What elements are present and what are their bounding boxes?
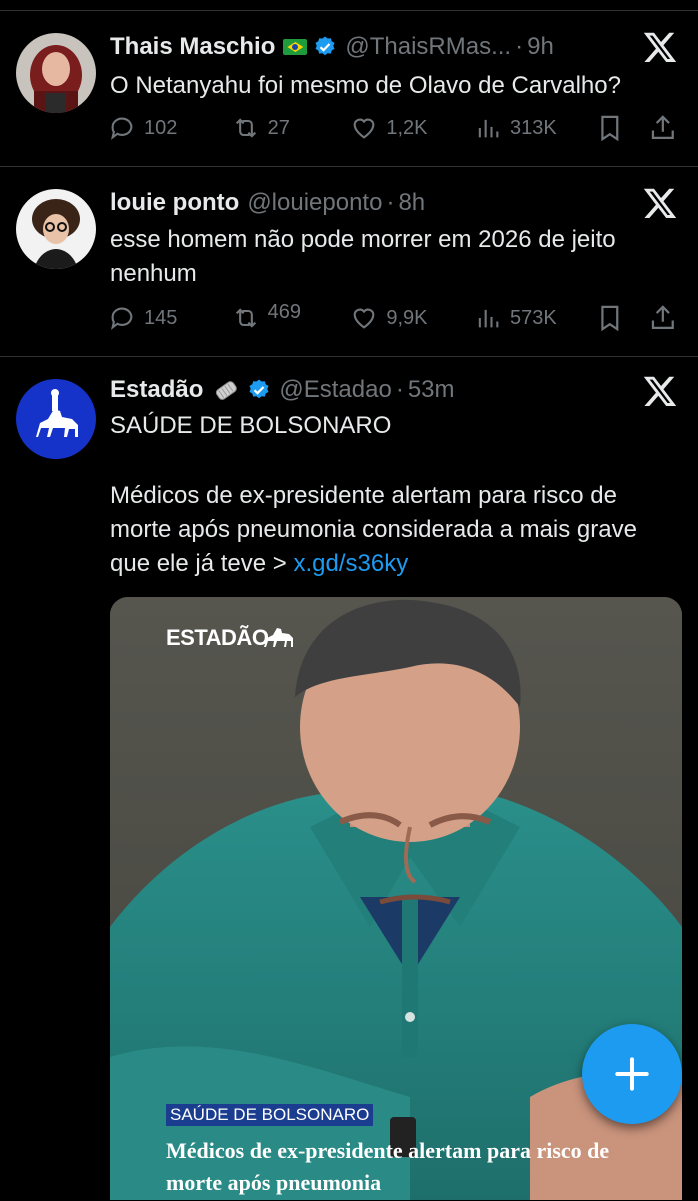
- newspaper-emoji-icon: [216, 381, 238, 400]
- views-button[interactable]: 313K: [474, 114, 593, 142]
- media-brand-logo: ESTADÃO: [166, 625, 269, 650]
- avatar-louie-image: [16, 189, 96, 269]
- tweet-actions: 145 469 9,9K 573K: [108, 301, 678, 335]
- reply-count: 145: [144, 306, 178, 329]
- horse-rider-logo-icon: [264, 628, 293, 647]
- reply-count: 102: [144, 116, 178, 139]
- retweet-button[interactable]: 27: [232, 114, 351, 142]
- share-icon[interactable]: [648, 113, 678, 143]
- media-headline: Médicos de ex-presidente alertam para ri…: [166, 1138, 610, 1195]
- timestamp[interactable]: 9h: [527, 33, 554, 61]
- author-name[interactable]: louie ponto: [110, 189, 239, 217]
- avatar[interactable]: [16, 379, 96, 459]
- retweet-icon: [235, 308, 256, 328]
- tweet-header: Estadão @Estadao · 53m: [110, 375, 455, 405]
- tweet-headline: SAÚDE DE BOLSONARO: [110, 412, 392, 439]
- reply-icon: [111, 117, 133, 140]
- compose-button[interactable]: [582, 1024, 682, 1124]
- separator-dot: ·: [395, 376, 404, 403]
- x-logo-icon: [643, 376, 677, 406]
- tweet-text: esse homem não pode morrer em 2026 de je…: [110, 226, 616, 287]
- retweet-count: 27: [267, 116, 290, 139]
- timestamp[interactable]: 53m: [408, 376, 455, 404]
- share-icon[interactable]: [648, 303, 678, 333]
- views-count: 313K: [509, 116, 557, 139]
- x-logo-icon: [643, 188, 677, 218]
- like-button[interactable]: 1,2K: [350, 114, 474, 142]
- tweet-text: O Netanyahu foi mesmo de Olavo de Carval…: [110, 72, 621, 99]
- tweet-header: louie ponto @louieponto · 8h: [110, 189, 425, 217]
- like-icon: [353, 308, 375, 329]
- avatar-thais-image: [16, 33, 96, 113]
- verified-badge-icon: [315, 36, 335, 56]
- tweet-header: Thais Maschio @ThaisRMas... · 9h: [110, 33, 554, 61]
- author-name[interactable]: Thais Maschio: [110, 33, 275, 61]
- reply-button[interactable]: 145: [108, 304, 232, 332]
- views-button[interactable]: 573K: [474, 304, 593, 332]
- like-icon: [353, 118, 375, 139]
- author-handle[interactable]: @louieponto: [247, 189, 382, 217]
- bookmark-icon[interactable]: [595, 303, 625, 333]
- separator-dot: ·: [515, 33, 524, 60]
- brazil-flag-icon: [283, 39, 308, 55]
- timestamp[interactable]: 8h: [398, 189, 425, 217]
- compose-plus-icon: [615, 1057, 649, 1091]
- author-handle[interactable]: @ThaisRMas...: [345, 33, 511, 61]
- avatar[interactable]: [16, 33, 96, 113]
- like-count: 9,9K: [386, 306, 428, 329]
- avatar-estadao-image: [16, 379, 96, 459]
- retweet-button[interactable]: 469: [232, 300, 351, 332]
- separator-dot: ·: [386, 189, 395, 216]
- tweet-actions: 102 27 1,2K 313K: [108, 111, 678, 145]
- author-handle[interactable]: @Estadao: [279, 376, 391, 404]
- avatar[interactable]: [16, 189, 96, 269]
- reply-button[interactable]: 102: [108, 114, 232, 142]
- retweet-count: 469: [267, 300, 302, 323]
- views-count: 573K: [509, 306, 557, 329]
- tweet-text: Médicos de ex-presidente alertam para ri…: [110, 479, 678, 581]
- retweet-icon: [235, 118, 256, 138]
- x-logo-icon: [643, 32, 677, 62]
- views-icon: [478, 309, 499, 328]
- views-icon: [478, 119, 499, 138]
- tweet-link[interactable]: x.gd/s36ky: [293, 550, 408, 577]
- like-button[interactable]: 9,9K: [350, 304, 474, 332]
- tweet-2[interactable]: louie ponto @louieponto · 8h esse homem …: [0, 166, 698, 357]
- reply-icon: [111, 307, 133, 330]
- bookmark-icon[interactable]: [595, 113, 625, 143]
- like-count: 1,2K: [386, 116, 428, 139]
- verified-badge-icon: [249, 379, 269, 399]
- media-badge: SAÚDE DE BOLSONARO: [166, 1104, 374, 1126]
- tweet-1[interactable]: Thais Maschio @ThaisRMas... · 9h O Netan…: [0, 10, 698, 167]
- author-name[interactable]: Estadão: [110, 376, 203, 404]
